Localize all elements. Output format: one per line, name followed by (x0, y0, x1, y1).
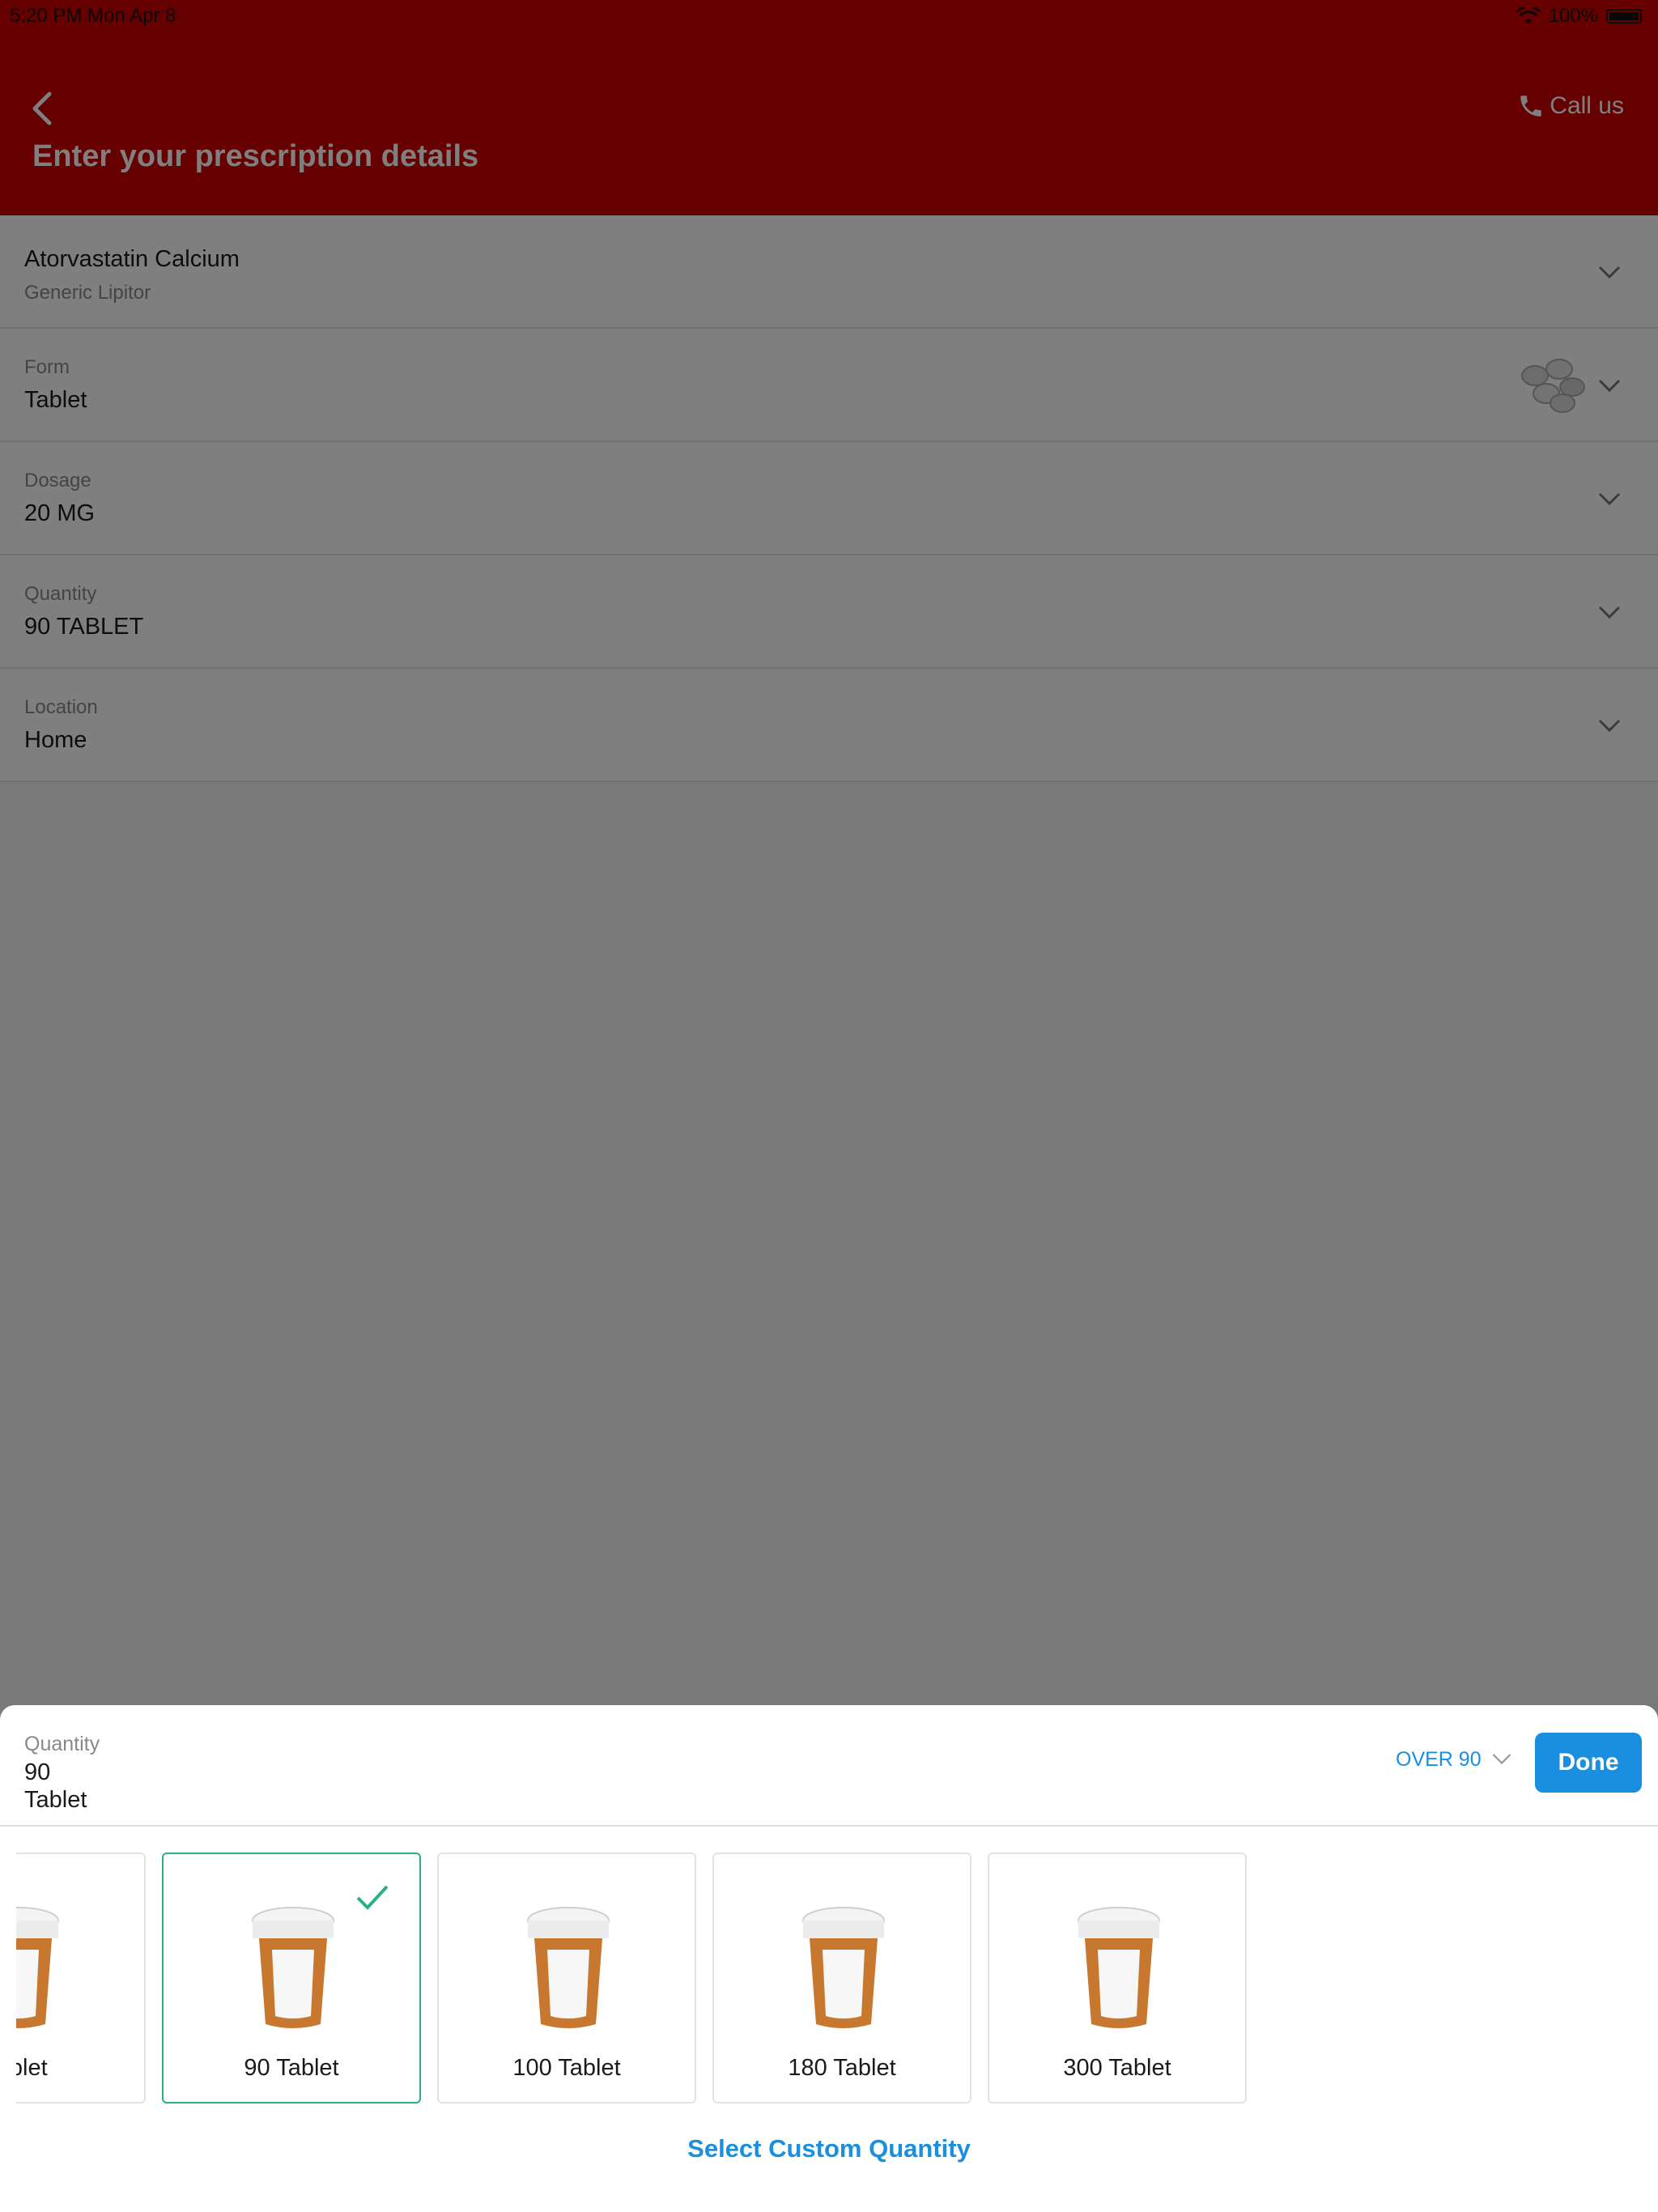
sheet-quantity-unit: Tablet (24, 1787, 87, 1813)
quantity-options: Tablet 90 Tablet 100 Tablet (16, 1853, 1643, 2104)
quantity-option-label: Tablet (16, 2055, 48, 2081)
over-90-dropdown[interactable]: OVER 90 (1396, 1739, 1514, 1780)
sheet-header: Quantity 90 Tablet OVER 90 Done (0, 1705, 1658, 1827)
quantity-option-label: 180 Tablet (788, 2055, 896, 2081)
quantity-option-card[interactable]: Tablet (16, 1853, 146, 2104)
quantity-picker-sheet: Quantity 90 Tablet OVER 90 Done Tablet (0, 1705, 1658, 2212)
pill-bottle-icon (802, 1907, 885, 2028)
select-custom-quantity-link[interactable]: Select Custom Quantity (0, 2134, 1658, 2163)
checkmark-icon (356, 1885, 389, 1910)
quantity-option-label: 100 Tablet (512, 2055, 621, 2081)
quantity-option-label: 90 Tablet (244, 2055, 339, 2081)
over-90-label: OVER 90 (1396, 1747, 1482, 1771)
quantity-option-card[interactable]: 180 Tablet (712, 1853, 971, 2104)
quantity-option-label: 300 Tablet (1063, 2055, 1171, 2081)
sheet-quantity-value: 90 Tablet (24, 1759, 121, 1814)
quantity-option-card-selected[interactable]: 90 Tablet (162, 1853, 421, 2104)
quantity-option-card[interactable]: 100 Tablet (437, 1853, 696, 2104)
sheet-quantity-label: Quantity (24, 1733, 100, 1755)
pill-bottle-icon (252, 1907, 334, 2028)
done-button[interactable]: Done (1535, 1733, 1642, 1793)
quantity-option-card[interactable]: 300 Tablet (988, 1853, 1247, 2104)
pill-bottle-icon (527, 1907, 610, 2028)
pill-bottle-icon (1078, 1907, 1160, 2028)
sheet-quantity-number: 90 (24, 1759, 51, 1785)
chevron-down-icon (1492, 1754, 1511, 1765)
pill-bottle-icon (16, 1907, 59, 2028)
